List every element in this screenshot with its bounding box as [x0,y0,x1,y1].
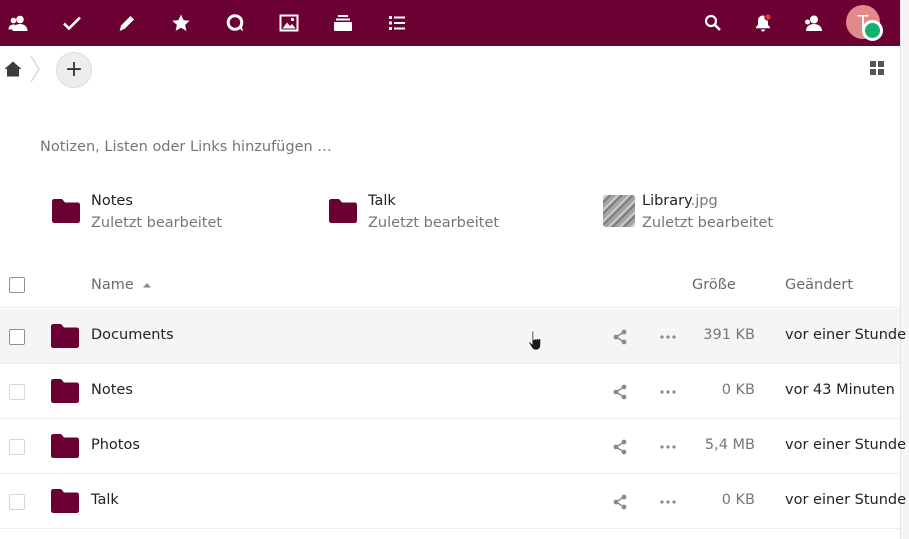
recent-item-library[interactable]: Library.jpg Zuletzt bearbeitet [603,191,823,233]
file-row-photos[interactable]: Photos 5,4 MB vor einer Stunde [0,419,906,474]
file-modified: vor einer Stunde [785,327,907,343]
file-name[interactable]: Documents [91,327,174,343]
mouse-pointer-hand-icon [528,330,542,351]
column-header-size[interactable]: Größe [692,277,736,293]
recent-item-extension: .jpg [690,193,718,209]
grid-view-icon[interactable] [869,60,885,76]
folder-icon [52,199,80,223]
file-name[interactable]: Talk [91,492,119,508]
file-size: 0 KB [721,382,755,398]
file-row-talk[interactable]: Talk 0 KB vor einer Stunde [0,474,906,529]
notifications-bell-icon[interactable] [736,0,790,46]
share-icon[interactable] [612,439,628,455]
sort-ascending-icon[interactable] [142,282,152,288]
scrollbar-track[interactable] [900,0,909,539]
add-button-label: + [64,57,84,82]
recent-item-basename: Library [642,193,691,209]
list-icon[interactable] [370,0,424,46]
file-row-documents[interactable]: Documents 391 KB vor einer Stunde [0,309,906,364]
share-icon[interactable] [612,494,628,510]
search-icon[interactable] [686,0,740,46]
row-checkbox[interactable] [9,494,25,510]
online-status-dot [862,20,883,41]
row-checkbox[interactable] [9,384,25,400]
recent-item-name: Library.jpg [642,193,718,209]
file-list-header: Name Größe Geändert [0,262,900,308]
file-modified: vor 43 Minuten [785,382,895,398]
image-thumbnail [603,195,635,227]
recent-item-subtitle: Zuletzt bearbeitet [91,215,223,231]
contacts-menu-icon[interactable] [786,0,840,46]
contacts-icon[interactable] [0,0,45,46]
recent-item-talk[interactable]: Talk Zuletzt bearbeitet [329,191,549,233]
notes-input[interactable] [40,136,540,158]
favorites-star-icon[interactable] [154,0,208,46]
breadcrumb [0,46,900,92]
tasks-checkmark-icon[interactable] [45,0,99,46]
file-modified: vor einer Stunde [785,437,907,453]
home-icon[interactable] [3,59,23,79]
select-all-checkbox[interactable] [9,277,25,293]
column-header-modified[interactable]: Geändert [785,277,853,293]
file-modified: vor einer Stunde [785,492,907,508]
folder-icon [51,489,79,513]
folder-icon [51,324,79,348]
row-checkbox[interactable] [9,439,25,455]
share-icon[interactable] [612,329,628,345]
file-size: 5,4 MB [704,437,755,453]
file-row-notes[interactable]: Notes 0 KB vor 43 Minuten [0,364,900,419]
file-name[interactable]: Photos [91,437,140,453]
folder-icon [51,434,79,458]
recent-item-name: Notes [91,193,133,209]
deck-icon[interactable] [316,0,370,46]
share-icon[interactable] [612,384,628,400]
recent-item-subtitle: Zuletzt bearbeitet [642,215,774,231]
file-name[interactable]: Notes [91,382,133,398]
breadcrumb-separator-icon [30,55,40,83]
top-header [0,0,900,46]
add-new-button[interactable]: + [56,52,92,88]
recent-item-subtitle: Zuletzt bearbeitet [368,215,500,231]
file-size: 0 KB [721,492,755,508]
notes-pencil-icon[interactable] [100,0,154,46]
column-header-name[interactable]: Name [91,277,134,293]
photos-icon[interactable] [262,0,316,46]
talk-icon[interactable] [208,0,262,46]
recent-item-name: Talk [368,193,396,209]
folder-icon [51,379,79,403]
row-checkbox[interactable] [9,329,25,345]
recent-item-notes[interactable]: Notes Zuletzt bearbeitet [52,191,272,233]
file-size: 391 KB [703,327,755,343]
folder-icon [329,199,357,223]
